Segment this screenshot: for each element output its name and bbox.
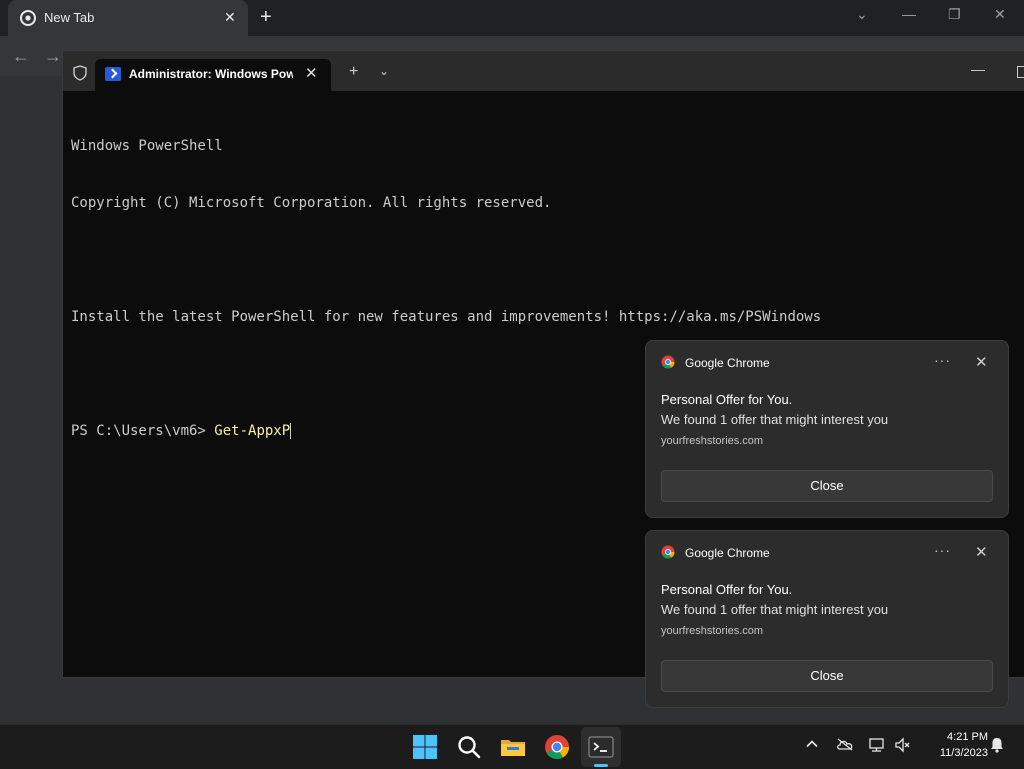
chrome-maximize-button[interactable]: ❐	[948, 6, 961, 23]
terminal-titlebar: Administrator: Windows PowerShell ✕ + ⌄ …	[63, 51, 1024, 91]
more-options-icon[interactable]: ···	[934, 542, 951, 558]
terminal-dropdown-chevron-icon[interactable]: ⌄	[379, 64, 389, 78]
notification-title: Personal Offer for You.	[661, 582, 793, 597]
windows-start-icon[interactable]	[411, 733, 439, 761]
search-icon[interactable]	[455, 733, 483, 761]
notification-close-button[interactable]: Close	[661, 470, 993, 502]
chrome-tab-close-icon[interactable]: ✕	[224, 9, 236, 26]
terminal-tab-close-icon[interactable]: ✕	[305, 64, 318, 82]
terminal-command-input[interactable]: Get-AppxP	[214, 423, 290, 439]
notification-app-name: Google Chrome	[685, 356, 770, 370]
terminal-line: Install the latest PowerShell for new fe…	[71, 309, 822, 325]
clock-time: 4:21 PM	[947, 731, 988, 743]
terminal-line: Windows PowerShell	[71, 138, 223, 154]
terminal-tab-title: Administrator: Windows PowerShell	[129, 67, 293, 81]
clock-date: 11/3/2023	[939, 747, 988, 759]
chrome-icon[interactable]	[543, 733, 571, 761]
active-app-indicator	[594, 764, 608, 767]
chrome-icon	[661, 355, 675, 369]
chrome-notification[interactable]: Google Chrome ··· ✕ Personal Offer for Y…	[645, 530, 1009, 708]
notification-body: We found 1 offer that might interest you	[661, 602, 889, 617]
taskbar: 4:21 PM 11/3/2023	[0, 724, 1024, 769]
more-options-icon[interactable]: ···	[934, 352, 951, 368]
notification-close-button[interactable]: Close	[661, 660, 993, 692]
new-terminal-tab-button[interactable]: +	[349, 63, 358, 81]
forward-arrow-icon[interactable]: →	[44, 46, 62, 67]
chrome-tab-strip: New Tab ✕ + ⌄ — ❐ ✕	[0, 0, 1024, 36]
terminal-line: Copyright (C) Microsoft Corporation. All…	[71, 195, 552, 211]
text-cursor	[290, 423, 292, 439]
terminal-prompt: PS C:\Users\vm6>	[71, 423, 215, 439]
notification-title: Personal Offer for You.	[661, 392, 793, 407]
onedrive-icon[interactable]	[836, 737, 854, 751]
notification-icon[interactable]	[988, 736, 1006, 754]
notification-body: We found 1 offer that might interest you	[661, 412, 889, 427]
notification-close-icon[interactable]: ✕	[975, 543, 988, 561]
chrome-tab-search-icon[interactable]: ⌄	[856, 6, 868, 23]
chrome-tab-title: New Tab	[44, 10, 95, 25]
volume-muted-icon[interactable]	[894, 737, 912, 753]
notification-source: yourfreshstories.com	[661, 435, 764, 447]
terminal-minimize-button[interactable]: —	[971, 61, 985, 77]
network-icon[interactable]	[868, 737, 886, 753]
chrome-icon	[661, 545, 675, 559]
terminal-tab-powershell[interactable]: Administrator: Windows PowerShell ✕	[95, 59, 331, 91]
chrome-close-button[interactable]: ✕	[994, 6, 1006, 23]
notification-app-name: Google Chrome	[685, 546, 770, 560]
shield-icon	[73, 65, 87, 81]
back-arrow-icon[interactable]: ←	[12, 46, 30, 67]
terminal-maximize-button[interactable]	[1017, 66, 1024, 78]
file-explorer-icon[interactable]	[499, 733, 527, 761]
chrome-tab-new-tab[interactable]: New Tab ✕	[8, 0, 248, 36]
chevron-up-icon[interactable]	[805, 737, 819, 751]
taskbar-clock[interactable]: 4:21 PM 11/3/2023	[918, 729, 988, 761]
notification-close-icon[interactable]: ✕	[975, 353, 988, 371]
chrome-icon	[20, 10, 36, 26]
powershell-icon	[105, 67, 121, 81]
notification-source: yourfreshstories.com	[661, 625, 764, 637]
chrome-new-tab-button[interactable]: +	[260, 6, 272, 29]
terminal-icon[interactable]	[587, 733, 615, 761]
chrome-minimize-button[interactable]: —	[902, 6, 916, 22]
chrome-notification[interactable]: Google Chrome ··· ✕ Personal Offer for Y…	[645, 340, 1009, 518]
